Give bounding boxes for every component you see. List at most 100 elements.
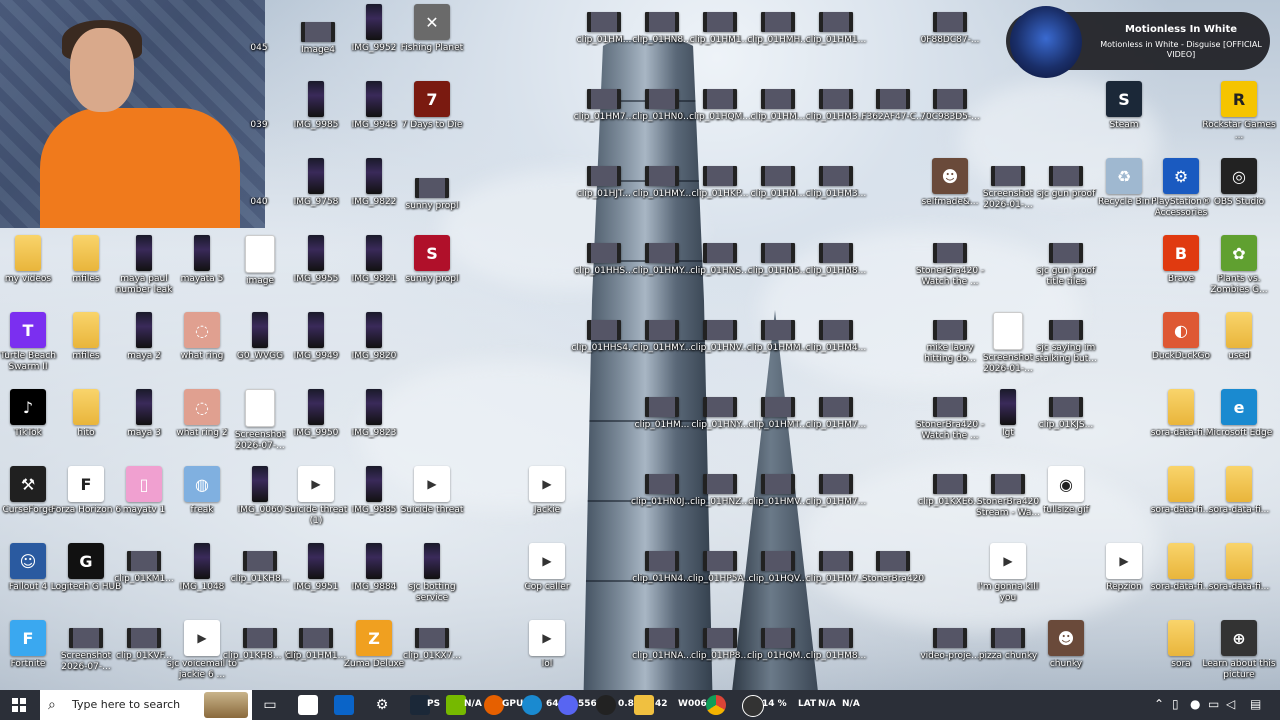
- app-shortcut-icon: R: [1221, 81, 1257, 117]
- chevron-up-icon[interactable]: ⌃: [1154, 697, 1164, 711]
- image-thumbnail-icon: [366, 389, 382, 425]
- search-box[interactable]: ⌕ Type here to search: [40, 690, 252, 720]
- video-clip-thumbnail-icon: [645, 551, 679, 571]
- video-clip-thumbnail-icon: [819, 474, 853, 494]
- desktop-icon[interactable]: sora-data-fi...: [1201, 543, 1277, 593]
- firefox-icon[interactable]: [484, 695, 504, 715]
- album-art: [1010, 6, 1082, 78]
- task-view-icon[interactable]: ▭: [258, 690, 282, 720]
- notification-center-icon[interactable]: ▤: [1250, 697, 1261, 711]
- desktop-icon[interactable]: ▶ Suicide threat: [394, 466, 470, 516]
- desktop-icon-label: Suicide threat: [400, 505, 464, 515]
- desktop-icon[interactable]: clip_01HM3...: [798, 158, 874, 200]
- edge-taskbar-icon[interactable]: [522, 695, 542, 715]
- explorer-icon[interactable]: [634, 695, 654, 715]
- desktop-icon-label: StonerBra420: [861, 574, 925, 584]
- start-button[interactable]: [0, 690, 38, 720]
- obs-taskbar-icon[interactable]: [596, 695, 616, 715]
- desktop-icon[interactable]: clip_01HM8...: [798, 620, 874, 662]
- desktop-icon-label: IMG_9823: [351, 428, 397, 438]
- desktop-icon[interactable]: 7 7 Days to Die: [394, 81, 470, 131]
- desktop-icon[interactable]: sjc saying im stalking but...: [1028, 312, 1104, 365]
- image-thumbnail-icon: [136, 389, 152, 425]
- app-shortcut-icon: ⚒: [10, 466, 46, 502]
- desktop-icon[interactable]: ⊕ Learn about this picture: [1201, 620, 1277, 681]
- video-clip-thumbnail-icon: [703, 89, 737, 109]
- video-clip-thumbnail-icon: [703, 166, 737, 186]
- desktop-icon-label: chunky: [1049, 659, 1083, 669]
- desktop-icon[interactable]: 0F88DC87-...: [912, 4, 988, 46]
- app-shortcut-icon: ☺: [10, 543, 46, 579]
- desktop-icon[interactable]: ✕ Fishing Planet: [394, 4, 470, 54]
- desktop-icon-label: fullsize.gif: [1043, 505, 1089, 515]
- desktop-icon[interactable]: IMG_9820: [336, 312, 412, 362]
- desktop-icon[interactable]: used: [1201, 312, 1277, 362]
- desktop-icon[interactable]: clip_01KX7...: [394, 620, 470, 662]
- video-clip-thumbnail-icon: [876, 89, 910, 109]
- discord-icon[interactable]: [558, 695, 578, 715]
- nvidia-icon[interactable]: [446, 695, 466, 715]
- image-thumbnail-icon: [252, 312, 268, 348]
- video-clip-thumbnail-icon: [127, 551, 161, 571]
- mail-icon[interactable]: [334, 695, 354, 715]
- chrome-icon[interactable]: [706, 695, 726, 715]
- desktop-icon[interactable]: ▶ lol: [509, 620, 585, 670]
- desktop-icon[interactable]: IMG_9823: [336, 389, 412, 439]
- desktop-icon[interactable]: StonerBra420 - Watch the ...: [912, 235, 988, 288]
- desktop-icon[interactable]: sjc botting service: [394, 543, 470, 604]
- video-clip-thumbnail-icon: [933, 243, 967, 263]
- notification-subtitle: Motionless in White - Disguise [OFFICIAL…: [1100, 40, 1262, 59]
- desktop-icon[interactable]: ☻ chunky: [1028, 620, 1104, 670]
- folder-icon: [73, 235, 99, 271]
- osd-na3: N/A: [842, 699, 860, 709]
- image-thumbnail-icon: [308, 81, 324, 117]
- folder-icon: [1168, 543, 1194, 579]
- desktop-icon[interactable]: sjc gun proof title tiles: [1028, 235, 1104, 288]
- network-icon[interactable]: ▭: [1208, 697, 1219, 711]
- desktop-icon[interactable]: sunny propl: [394, 170, 470, 212]
- device-icon[interactable]: ▯: [1172, 697, 1179, 711]
- desktop-icon[interactable]: clip_01KJS...: [1028, 389, 1104, 431]
- video-clip-thumbnail-icon: [819, 166, 853, 186]
- desktop-icon-label: I'm gonna kill you: [977, 582, 1039, 603]
- image-thumbnail-icon: [194, 543, 210, 579]
- store-icon[interactable]: [298, 695, 318, 715]
- desktop-icon[interactable]: StonerBra420: [855, 543, 931, 585]
- desktop-icon-label: Steam: [1109, 120, 1139, 130]
- video-clip-thumbnail-icon: [1049, 166, 1083, 186]
- desktop-icon[interactable]: ▶ Cop caller: [509, 543, 585, 593]
- desktop-icon[interactable]: ▶ Jackie: [509, 466, 585, 516]
- app-shortcut-icon: ♪: [10, 389, 46, 425]
- media-notification[interactable]: Motionless In White Motionless in White …: [1006, 6, 1270, 78]
- osd-na1: N/A: [464, 699, 482, 709]
- desktop-icon[interactable]: Ssunny propl: [394, 235, 470, 285]
- obs-recording-icon[interactable]: [742, 695, 764, 717]
- desktop-icon[interactable]: e Microsoft Edge: [1201, 389, 1277, 439]
- app-shortcut-icon: S: [1106, 81, 1142, 117]
- desktop-icon[interactable]: clip_01HM1...: [798, 4, 874, 46]
- desktop-icon[interactable]: 70C983D5-...: [912, 81, 988, 123]
- desktop-icon[interactable]: clip_01HM7...: [798, 466, 874, 508]
- desktop-icon-label: clip_01HM8...: [805, 651, 867, 661]
- desktop-icon[interactable]: ◎ OBS Studio: [1201, 158, 1277, 208]
- desktop-icon[interactable]: S Steam: [1086, 81, 1162, 131]
- desktop-icon[interactable]: ✿ Plants vs. Zombies G...: [1201, 235, 1277, 296]
- desktop-icon[interactable]: clip_01HM4...: [798, 312, 874, 354]
- desktop-icon[interactable]: sora-data-fi...: [1201, 466, 1277, 516]
- desktop-icon[interactable]: 040: [244, 194, 274, 208]
- image-thumbnail-icon: [1000, 389, 1016, 425]
- video-clip-thumbnail-icon: [933, 89, 967, 109]
- video-clip-thumbnail-icon: [991, 474, 1025, 494]
- microphone-icon[interactable]: ●: [1190, 697, 1200, 711]
- desktop-icon[interactable]: clip_01HM8...: [798, 235, 874, 277]
- desktop-icon[interactable]: 045: [244, 40, 274, 54]
- desktop-icon[interactable]: clip_01HM7...: [798, 389, 874, 431]
- desktop-icon[interactable]: ▶ I'm gonna kill you: [970, 543, 1046, 604]
- desktop-icon[interactable]: R Rockstar Games ...: [1201, 81, 1277, 142]
- settings-icon[interactable]: ⚙: [372, 690, 392, 720]
- volume-icon[interactable]: ◁: [1226, 697, 1235, 711]
- desktop-icon[interactable]: 039: [244, 117, 274, 131]
- desktop-icon[interactable]: ◉ fullsize.gif: [1028, 466, 1104, 516]
- video-clip-thumbnail-icon: [299, 628, 333, 648]
- desktop-icon-label: Plants vs. Zombies G...: [1210, 274, 1268, 295]
